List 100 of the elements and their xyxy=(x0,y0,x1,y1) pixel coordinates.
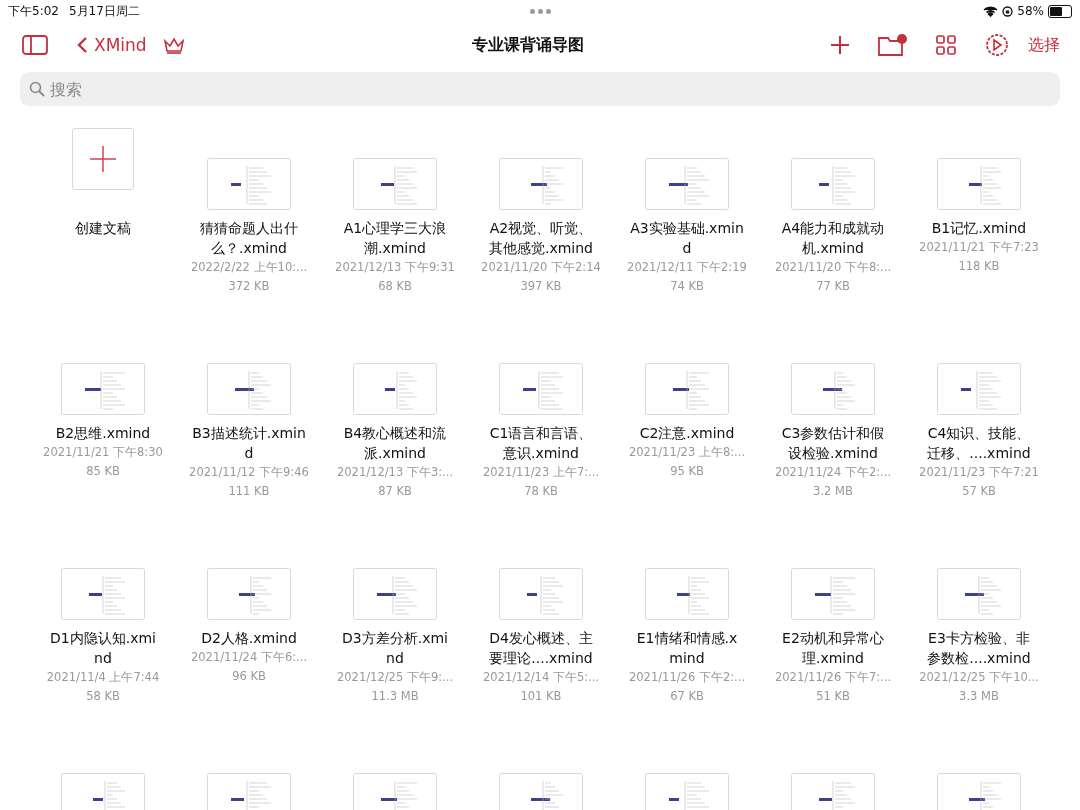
mind-map-thumbnail[interactable] xyxy=(207,363,291,415)
file-date: 2021/12/25 下午10... xyxy=(919,669,1039,686)
mind-map-thumbnail[interactable] xyxy=(207,773,291,810)
file-date: 2021/11/21 下午7:23 xyxy=(919,239,1039,256)
file-name[interactable]: C3参数估计和假设检验.xmind xyxy=(776,423,890,463)
add-icon[interactable] xyxy=(830,35,850,55)
file-name[interactable]: D4发心概述、主要理论....xmind xyxy=(484,628,598,668)
file-size: 74 KB xyxy=(670,278,704,295)
file-name[interactable]: B4教心概述和流派.xmind xyxy=(338,423,452,463)
file-size: 3.3 MB xyxy=(959,688,999,705)
mind-map-thumbnail[interactable] xyxy=(937,158,1021,210)
back-button[interactable]: XMind xyxy=(76,35,147,55)
file-name[interactable]: D1内隐认知.xmind xyxy=(46,628,160,668)
file-name[interactable]: E3卡方检验、非参数检....xmind xyxy=(922,628,1036,668)
status-time: 下午5:02 xyxy=(8,2,59,20)
file-date: 2021/11/12 下午9:46 xyxy=(189,464,309,481)
file-date: 2021/11/20 下午2:14 xyxy=(481,259,601,276)
status-date: 5月17日周二 xyxy=(68,2,140,20)
file-date: 2021/11/23 上午7:... xyxy=(482,464,600,481)
mind-map-thumbnail[interactable] xyxy=(207,568,291,620)
file-size: 85 KB xyxy=(86,463,120,480)
create-document-label[interactable]: 创建文稿 xyxy=(46,218,160,238)
create-document-button[interactable] xyxy=(72,128,134,190)
plus-icon xyxy=(89,145,117,173)
mind-map-thumbnail[interactable] xyxy=(499,158,583,210)
file-date: 2021/12/13 下午9:31 xyxy=(335,259,455,276)
file-date: 2021/11/4 上午7:44 xyxy=(46,669,160,686)
file-name[interactable]: D3方差分析.xmind xyxy=(338,628,452,668)
file-name[interactable]: E2动机和异常心理.xmind xyxy=(776,628,890,668)
mind-map-thumbnail[interactable] xyxy=(645,568,729,620)
file-name[interactable]: B1记忆.xmind xyxy=(922,218,1036,238)
file-name[interactable]: 猜猜命题人出什么？.xmind xyxy=(192,218,306,258)
file-size: 95 KB xyxy=(670,463,704,480)
mind-map-thumbnail[interactable] xyxy=(499,773,583,810)
search-icon xyxy=(29,81,45,97)
wifi-icon xyxy=(983,5,999,17)
mind-map-thumbnail[interactable] xyxy=(61,773,145,810)
mind-map-thumbnail[interactable] xyxy=(791,363,875,415)
sidebar-icon[interactable] xyxy=(22,35,48,55)
mind-map-thumbnail[interactable] xyxy=(791,568,875,620)
file-size: 57 KB xyxy=(962,483,996,500)
mind-map-thumbnail[interactable] xyxy=(937,568,1021,620)
file-name[interactable]: A3实验基础.xmind xyxy=(630,218,744,258)
mind-map-thumbnail[interactable] xyxy=(937,363,1021,415)
file-size: 101 KB xyxy=(520,688,562,705)
mind-map-thumbnail[interactable] xyxy=(791,158,875,210)
file-date: 2021/12/13 下午3:... xyxy=(336,464,454,481)
file-size: 11.3 MB xyxy=(371,688,419,705)
mind-map-thumbnail[interactable] xyxy=(645,773,729,810)
file-size: 78 KB xyxy=(524,483,558,500)
file-date: 2021/11/23 下午7:21 xyxy=(919,464,1039,481)
mind-map-thumbnail[interactable] xyxy=(645,158,729,210)
select-button[interactable]: 选择 xyxy=(1028,34,1060,56)
file-name[interactable]: A4能力和成就动机.xmind xyxy=(776,218,890,258)
mind-map-thumbnail[interactable] xyxy=(645,363,729,415)
mind-map-thumbnail[interactable] xyxy=(61,363,145,415)
chevron-left-icon xyxy=(76,36,88,54)
file-name[interactable]: C1语言和言语、意识.xmind xyxy=(484,423,598,463)
battery-icon xyxy=(1048,4,1072,18)
file-size: 67 KB xyxy=(670,688,704,705)
crown-icon[interactable] xyxy=(162,36,185,54)
mind-map-thumbnail[interactable] xyxy=(791,773,875,810)
file-name[interactable]: A1心理学三大浪潮.xmind xyxy=(338,218,452,258)
file-size: 3.2 MB xyxy=(813,483,853,500)
file-size: 58 KB xyxy=(86,688,120,705)
file-date: 2021/11/24 下午2:... xyxy=(774,464,892,481)
file-name[interactable]: C2注意.xmind xyxy=(630,423,744,443)
mind-map-thumbnail[interactable] xyxy=(353,568,437,620)
mind-map-thumbnail[interactable] xyxy=(353,363,437,415)
mind-map-thumbnail[interactable] xyxy=(937,773,1021,810)
file-name[interactable]: B3描述统计.xmind xyxy=(192,423,306,463)
file-date: 2021/12/14 下午5:... xyxy=(482,669,600,686)
file-date: 2021/11/21 下午8:30 xyxy=(43,444,163,461)
file-name[interactable]: C4知识、技能、迁移、....xmind xyxy=(922,423,1036,463)
mind-map-thumbnail[interactable] xyxy=(499,568,583,620)
lock-rotation-icon xyxy=(1002,5,1014,17)
mind-map-thumbnail[interactable] xyxy=(207,158,291,210)
file-name[interactable]: B2思维.xmind xyxy=(46,423,160,443)
search-field[interactable]: 搜索 xyxy=(20,72,1060,106)
file-size: 372 KB xyxy=(228,278,270,295)
page-title: 专业课背诵导图 xyxy=(471,34,586,56)
mind-map-thumbnail[interactable] xyxy=(499,363,583,415)
file-name[interactable]: E1情绪和情感.xmind xyxy=(630,628,744,668)
file-name[interactable]: A2视觉、听觉、其他感觉.xmind xyxy=(484,218,598,258)
multitask-dots-icon[interactable] xyxy=(530,9,551,14)
file-size: 68 KB xyxy=(378,278,412,295)
file-size: 118 KB xyxy=(958,258,1000,275)
file-name[interactable]: D2人格.xmind xyxy=(192,628,306,648)
mind-map-thumbnail[interactable] xyxy=(61,568,145,620)
grid-view-icon[interactable] xyxy=(936,35,956,55)
file-date: 2021/11/26 下午7:... xyxy=(774,669,892,686)
file-date: 2022/2/22 上午10:... xyxy=(190,259,308,276)
mind-map-thumbnail[interactable] xyxy=(353,158,437,210)
file-size: 96 KB xyxy=(232,668,266,685)
settings-icon[interactable] xyxy=(984,32,1010,58)
mind-map-thumbnail[interactable] xyxy=(353,773,437,810)
new-folder-icon[interactable] xyxy=(878,34,908,56)
file-size: 87 KB xyxy=(378,483,412,500)
file-date: 2021/11/24 下午6:... xyxy=(190,649,308,666)
file-size: 77 KB xyxy=(816,278,850,295)
